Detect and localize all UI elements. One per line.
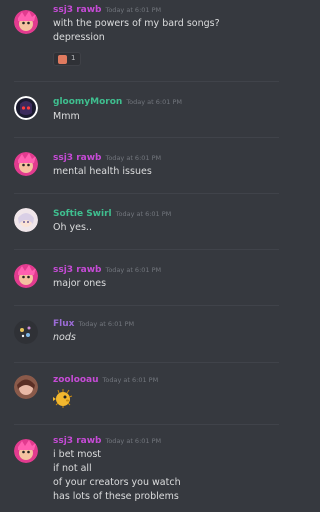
avatar[interactable] — [14, 10, 38, 34]
divider — [14, 137, 279, 138]
avatar-image — [14, 96, 38, 120]
message-group: ssj3 rawb Today at 6:01 PM with the power… — [0, 0, 279, 78]
timestamp: Today at 6:01 PM — [105, 6, 162, 14]
author-name[interactable]: Softie Swirl Today at 6:01 PM — [53, 209, 171, 219]
timestamp: Today at 6:01 PM — [105, 154, 162, 162]
divider — [14, 249, 279, 250]
message-text: has lots of these problems — [53, 491, 179, 502]
author-name[interactable]: ssj3 rawb Today at 6:01 PM — [53, 5, 161, 15]
avatar-image — [14, 320, 38, 344]
message-text: with the powers of my bard songs? — [53, 18, 220, 29]
message-text: nods — [53, 332, 76, 343]
author-name[interactable]: ssj3 rawb Today at 6:01 PM — [53, 153, 161, 163]
avatar-image — [14, 439, 38, 463]
message-text: of your creators you watch — [53, 477, 181, 488]
divider — [14, 193, 279, 194]
emoji-icon — [58, 55, 67, 64]
avatar[interactable] — [14, 208, 38, 232]
author-name[interactable]: gloomyMoron Today at 6:01 PM — [53, 97, 182, 107]
divider — [14, 81, 279, 82]
message-text: Mmm — [53, 111, 80, 122]
timestamp: Today at 6:01 PM — [115, 210, 172, 218]
message-group: ssj3 rawb Today at 6:01 PM mental health … — [0, 140, 279, 192]
message-text: Oh yes.. — [53, 222, 92, 233]
message-text: mental health issues — [53, 166, 152, 177]
timestamp: Today at 6:01 PM — [105, 437, 162, 445]
message-group: Flux Today at 6:01 PM nods — [0, 308, 279, 362]
message-text: depression — [53, 32, 105, 43]
avatar-image — [14, 10, 38, 34]
author-name[interactable]: Flux Today at 6:01 PM — [53, 319, 134, 329]
timestamp: Today at 6:01 PM — [78, 320, 135, 328]
divider — [14, 424, 279, 425]
message-group: ssj3 rawb Today at 6:01 PM i bet most if … — [0, 427, 279, 512]
reaction-button[interactable]: 1 — [53, 52, 81, 66]
message-group: zoolooau Today at 6:01 PM — [0, 365, 279, 423]
avatar[interactable] — [14, 152, 38, 176]
avatar[interactable] — [14, 375, 38, 399]
timestamp: Today at 6:01 PM — [102, 376, 159, 384]
message-group: ssj3 rawb Today at 6:01 PM major ones — [0, 252, 279, 304]
avatar[interactable] — [14, 264, 38, 288]
avatar-image — [14, 375, 38, 399]
divider — [14, 362, 279, 363]
author-name[interactable]: ssj3 rawb Today at 6:01 PM — [53, 265, 161, 275]
reaction-count: 1 — [71, 54, 76, 62]
author-name[interactable]: zoolooau Today at 6:01 PM — [53, 375, 158, 385]
author-name[interactable]: ssj3 rawb Today at 6:01 PM — [53, 436, 161, 446]
avatar[interactable] — [14, 439, 38, 463]
avatar-image — [14, 152, 38, 176]
avatar[interactable] — [14, 96, 38, 120]
message-group: gloomyMoron Today at 6:01 PM Mmm — [0, 84, 279, 134]
message-text: if not all — [53, 463, 92, 474]
message-text: major ones — [53, 278, 107, 289]
timestamp: Today at 6:01 PM — [126, 98, 182, 106]
message-group: Softie Swirl Today at 6:01 PM Oh yes.. — [0, 196, 279, 248]
avatar[interactable] — [14, 320, 38, 344]
pufferfish-emoji[interactable] — [53, 388, 73, 408]
divider — [14, 305, 279, 306]
avatar-image — [14, 264, 38, 288]
message-text: i bet most — [53, 449, 102, 460]
timestamp: Today at 6:01 PM — [105, 266, 162, 274]
avatar-image — [14, 208, 38, 232]
